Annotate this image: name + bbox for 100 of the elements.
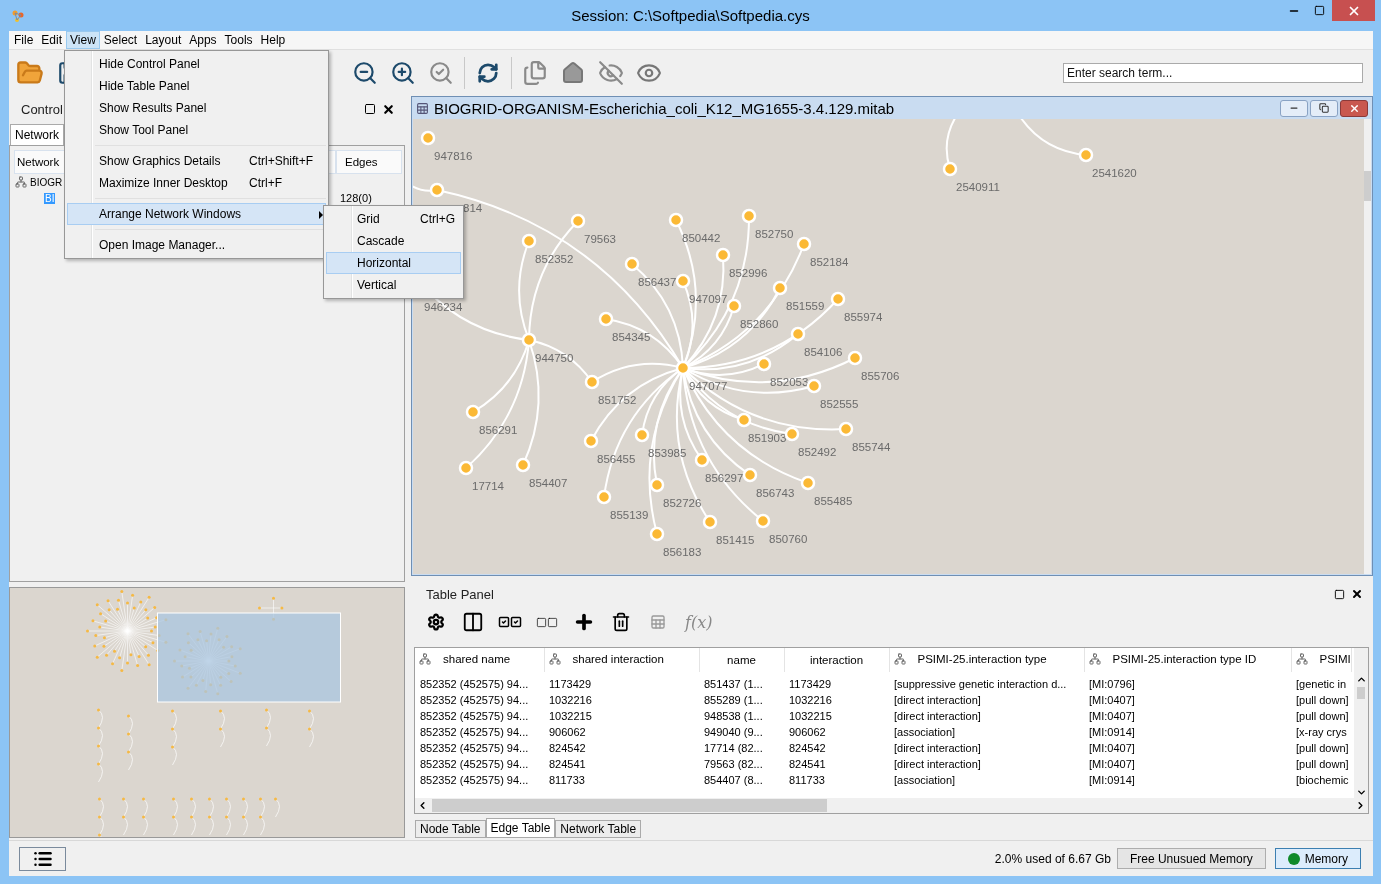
documents-icon[interactable] <box>522 59 548 86</box>
delete-icon[interactable] <box>611 612 631 632</box>
node[interactable] <box>790 326 806 342</box>
tab[interactable]: Network Table <box>555 820 642 838</box>
node[interactable] <box>649 477 665 493</box>
node[interactable] <box>649 526 665 542</box>
columns-icon[interactable] <box>462 611 484 633</box>
column-header[interactable]: shared name <box>415 648 544 672</box>
node[interactable] <box>624 256 640 272</box>
node[interactable] <box>800 475 816 491</box>
node[interactable] <box>702 514 718 530</box>
menu-item[interactable]: Edit <box>37 31 67 49</box>
menu-item[interactable]: Vertical <box>326 274 461 296</box>
node[interactable] <box>668 212 684 228</box>
scroll-down-icon[interactable] <box>1355 787 1367 798</box>
memory-button[interactable]: Memory <box>1274 848 1361 869</box>
menu-item[interactable]: View <box>66 31 100 49</box>
free-memory-button[interactable]: Free Unusued Memory <box>1116 848 1266 869</box>
node[interactable] <box>420 130 436 146</box>
node[interactable] <box>465 404 481 420</box>
menu-item[interactable]: Show Graphics Details Ctrl+Shift+F <box>67 150 326 172</box>
node[interactable] <box>570 213 586 229</box>
node[interactable] <box>830 291 846 307</box>
horizontal-scrollbar[interactable] <box>415 798 1368 813</box>
tab[interactable]: Node Table <box>415 820 486 838</box>
close-icon[interactable] <box>382 102 395 116</box>
column-header[interactable]: PSIMI-25.interaction type ID <box>1084 648 1291 672</box>
node[interactable] <box>715 247 731 263</box>
close-button[interactable] <box>1340 99 1368 117</box>
menu-item[interactable]: Tools <box>220 31 257 49</box>
home-icon[interactable] <box>561 60 585 85</box>
node[interactable] <box>756 356 772 372</box>
table-icon[interactable] <box>650 614 666 630</box>
scrollbar-thumb[interactable] <box>432 799 827 812</box>
node[interactable] <box>583 433 599 449</box>
column-header[interactable]: PSIMI <box>1291 648 1351 672</box>
scroll-right-icon[interactable] <box>1355 800 1366 811</box>
vertical-scrollbar[interactable] <box>1354 648 1368 798</box>
menu-item[interactable]: Open Image Manager... <box>67 234 326 256</box>
eye-off-icon[interactable] <box>598 59 624 86</box>
node[interactable] <box>772 280 788 296</box>
node[interactable] <box>796 236 812 252</box>
node[interactable] <box>675 273 691 289</box>
node[interactable] <box>784 426 800 442</box>
menu-item[interactable]: File <box>10 31 38 49</box>
menu-item[interactable]: Show Tool Panel <box>67 119 326 141</box>
search-check-icon[interactable] <box>428 59 454 86</box>
node[interactable] <box>521 332 537 348</box>
node[interactable] <box>634 427 650 443</box>
node[interactable] <box>838 421 854 437</box>
settings-icon[interactable] <box>427 613 445 631</box>
maximize-icon[interactable] <box>1334 588 1345 600</box>
node[interactable] <box>726 298 742 314</box>
node[interactable] <box>1078 147 1094 163</box>
add-icon[interactable] <box>573 611 595 633</box>
node[interactable] <box>458 460 474 476</box>
menu-item[interactable]: Help <box>256 31 290 49</box>
menu-item[interactable]: Hide Control Panel <box>67 53 326 75</box>
node[interactable] <box>598 311 614 327</box>
node[interactable] <box>515 457 531 473</box>
search-field[interactable]: Enter search term... <box>1063 62 1363 83</box>
node[interactable] <box>429 182 445 198</box>
column-header[interactable]: interaction <box>784 648 889 672</box>
refresh-icon[interactable] <box>477 61 499 84</box>
menu-item[interactable]: Grid Ctrl+G <box>326 208 461 230</box>
viewport-rect[interactable] <box>157 612 341 703</box>
menu-item[interactable]: Horizontal <box>326 252 461 274</box>
node[interactable] <box>584 374 600 390</box>
menu-item[interactable]: Layout <box>141 31 186 49</box>
node[interactable] <box>694 452 710 468</box>
zoom-out-icon[interactable] <box>352 59 378 86</box>
maximize-icon[interactable] <box>364 103 376 115</box>
node[interactable] <box>755 513 771 529</box>
node[interactable] <box>742 467 758 483</box>
scrollbar-thumb[interactable] <box>1357 687 1365 699</box>
node[interactable] <box>741 208 757 224</box>
list-button[interactable] <box>19 846 66 871</box>
tab[interactable]: Network <box>10 124 64 145</box>
column-header[interactable]: PSIMI-25.interaction type <box>889 648 1084 672</box>
menu-item[interactable]: Cascade <box>326 230 461 252</box>
menu-item[interactable]: Show Results Panel <box>67 97 326 119</box>
menu-item[interactable]: Arrange Network Windows <box>67 203 326 225</box>
menu-item[interactable]: Select <box>99 31 142 49</box>
menu-item[interactable]: Maximize Inner Desktop Ctrl+F <box>67 172 326 194</box>
column-header[interactable]: shared interaction <box>544 648 699 672</box>
menu-item[interactable]: Hide Table Panel <box>67 75 326 97</box>
menu-item[interactable]: Apps <box>185 31 221 49</box>
scroll-up-icon[interactable] <box>1355 674 1367 685</box>
node[interactable] <box>675 360 691 376</box>
node[interactable] <box>847 350 863 366</box>
node[interactable] <box>596 489 612 505</box>
tab[interactable]: Edge Table <box>485 818 556 838</box>
node[interactable] <box>521 233 537 249</box>
close-icon[interactable] <box>1351 588 1363 600</box>
node[interactable] <box>736 412 752 428</box>
node[interactable] <box>806 378 822 394</box>
tree-item[interactable]: BIOGR <box>29 176 64 188</box>
restore-button[interactable] <box>1310 99 1338 117</box>
scrollbar-thumb[interactable] <box>1364 171 1371 201</box>
zoom-in-icon[interactable] <box>390 59 416 86</box>
